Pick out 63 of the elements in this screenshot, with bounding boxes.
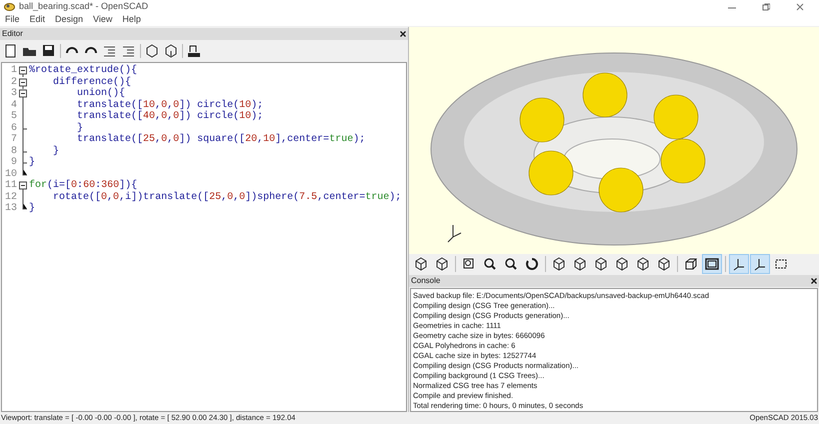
menu-item[interactable]: Edit: [30, 12, 46, 26]
line-number: 11: [4, 180, 18, 192]
bottom-view-icon: [593, 256, 609, 272]
line-number: 12: [4, 192, 18, 203]
close-icon[interactable]: [811, 278, 817, 284]
line-number: 9: [10, 157, 18, 168]
code-line: }: [76, 122, 84, 134]
line-number: 1: [10, 65, 18, 76]
axes-icon: [447, 223, 463, 243]
front-view-icon: [635, 256, 651, 272]
zoom-out-icon: [503, 256, 519, 272]
menu-item[interactable]: Design: [55, 12, 84, 26]
line-number: 3: [10, 88, 18, 100]
scale-markers-icon: [752, 256, 768, 272]
code-line: translate([10,0,0]) circle(10);: [76, 100, 264, 110]
code-line: translate([25,0,0]) square([20,10],center=true);: [76, 134, 366, 146]
reset-view-icon: [524, 256, 540, 272]
toolbar-button[interactable]: [729, 254, 749, 274]
right-view-icon: [551, 256, 567, 272]
top-view-icon: [572, 256, 588, 272]
close-icon[interactable]: [400, 31, 406, 37]
orthogonal-icon: [704, 256, 720, 272]
code-line: %rotate_extrude(){: [28, 65, 138, 76]
app-icon: [4, 2, 15, 11]
menu-item[interactable]: View: [93, 12, 112, 26]
line-number: 5: [10, 111, 18, 122]
menu-item[interactable]: File: [5, 12, 20, 26]
render-cube-icon[interactable]: [163, 43, 179, 59]
code-line: for(i=[0:60:360]){: [28, 180, 138, 192]
code-line: union(){: [76, 88, 126, 100]
preview-cube-icon[interactable]: [144, 43, 160, 59]
toolbar-button[interactable]: [750, 254, 770, 274]
code-line: translate([40,0,0]) circle(10);: [76, 111, 264, 122]
render-icon: [434, 256, 450, 272]
fold-marker-icon[interactable]: [18, 180, 28, 192]
fold-marker-icon[interactable]: [18, 65, 28, 77]
toolbar-button[interactable]: [702, 254, 722, 274]
save-icon[interactable]: [41, 43, 57, 59]
axes-icon: [731, 256, 747, 272]
code-line: difference(){: [52, 76, 132, 88]
menu-item[interactable]: Help: [122, 12, 141, 26]
line-number: 4: [10, 100, 18, 111]
preview-icon: [413, 256, 429, 272]
line-number: 2: [10, 76, 18, 88]
line-number: 8: [10, 146, 18, 157]
left-view-icon: [614, 256, 630, 272]
back-view-icon: [656, 256, 672, 272]
panel-title: Console: [411, 275, 440, 287]
panel-title: Editor: [2, 28, 23, 40]
code-line: }: [28, 203, 36, 214]
fold-marker-icon[interactable]: [18, 76, 28, 88]
code-line: }: [52, 146, 60, 157]
line-number: 7: [10, 134, 18, 146]
line-number: 13: [4, 203, 18, 214]
zoom-in-icon: [482, 256, 498, 272]
fold-marker-icon[interactable]: [18, 88, 28, 100]
code-line: }: [28, 157, 36, 168]
window-title: ball_bearing.scad* - OpenSCAD: [19, 0, 148, 13]
line-number: 6: [10, 122, 18, 134]
perspective-icon: [683, 256, 699, 272]
code-line: rotate([0,0,i])translate([25,0,0])sphere(7.5,center=true);: [52, 192, 402, 203]
maximize-icon[interactable]: [762, 2, 770, 10]
line-number: 10: [4, 168, 18, 180]
